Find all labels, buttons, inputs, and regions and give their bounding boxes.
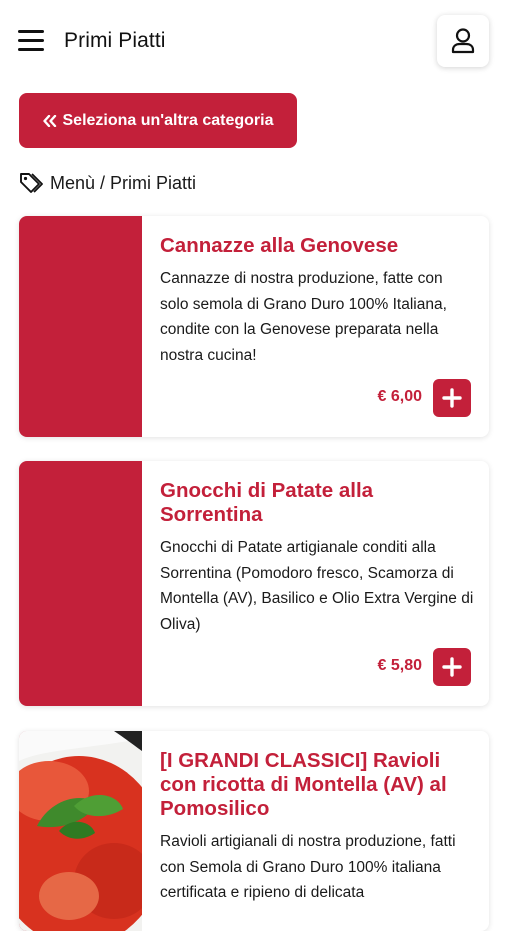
plus-icon — [442, 388, 462, 408]
breadcrumb-separator: / — [100, 172, 106, 193]
plus-icon — [442, 657, 462, 677]
product-price: € 6,00 — [377, 388, 422, 405]
top-bar: Primi Piatti — [0, 0, 507, 82]
product-card[interactable]: [I GRANDI CLASSICI] Ravioli con ricotta … — [19, 731, 489, 931]
product-info: Gnocchi di Patate alla Sorrentina Gnocch… — [160, 479, 475, 637]
select-category-label: Seleziona un'altra categoria — [62, 111, 274, 129]
product-description: Gnocchi di Patate artigianale conditi al… — [160, 539, 474, 633]
product-image — [19, 216, 142, 437]
product-image — [19, 461, 142, 706]
product-image — [19, 731, 142, 931]
product-title: Cannazze alla Genovese — [160, 234, 399, 257]
breadcrumb: Menù / Primi Piatti — [19, 170, 196, 196]
tags-icon — [19, 172, 45, 194]
add-to-cart-button[interactable] — [433, 379, 471, 417]
select-category-button[interactable]: Seleziona un'altra categoria — [19, 93, 297, 148]
product-description: Cannazze di nostra produzione, fatte con… — [160, 270, 447, 364]
breadcrumb-item-menu[interactable]: Menù — [50, 173, 95, 194]
product-info: Cannazze alla Genovese Cannazze di nostr… — [160, 234, 475, 368]
product-card[interactable]: Cannazze alla Genovese Cannazze di nostr… — [19, 216, 489, 437]
user-account-button[interactable] — [437, 15, 489, 67]
product-description: Ravioli artigianali di nostra produzione… — [160, 833, 456, 901]
product-info: [I GRANDI CLASSICI] Ravioli con ricotta … — [160, 749, 475, 906]
product-price: € 5,80 — [377, 657, 422, 674]
product-title: Gnocchi di Patate alla Sorrentina — [160, 479, 374, 526]
user-icon — [451, 28, 475, 54]
product-card[interactable]: Gnocchi di Patate alla Sorrentina Gnocch… — [19, 461, 489, 706]
add-to-cart-button[interactable] — [433, 648, 471, 686]
page-title: Primi Piatti — [64, 29, 166, 52]
breadcrumb-item-current: Primi Piatti — [110, 172, 197, 193]
product-title: [I GRANDI CLASSICI] Ravioli con ricotta … — [160, 749, 447, 820]
hamburger-menu-icon[interactable] — [18, 28, 44, 52]
double-chevron-left-icon — [42, 114, 57, 127]
